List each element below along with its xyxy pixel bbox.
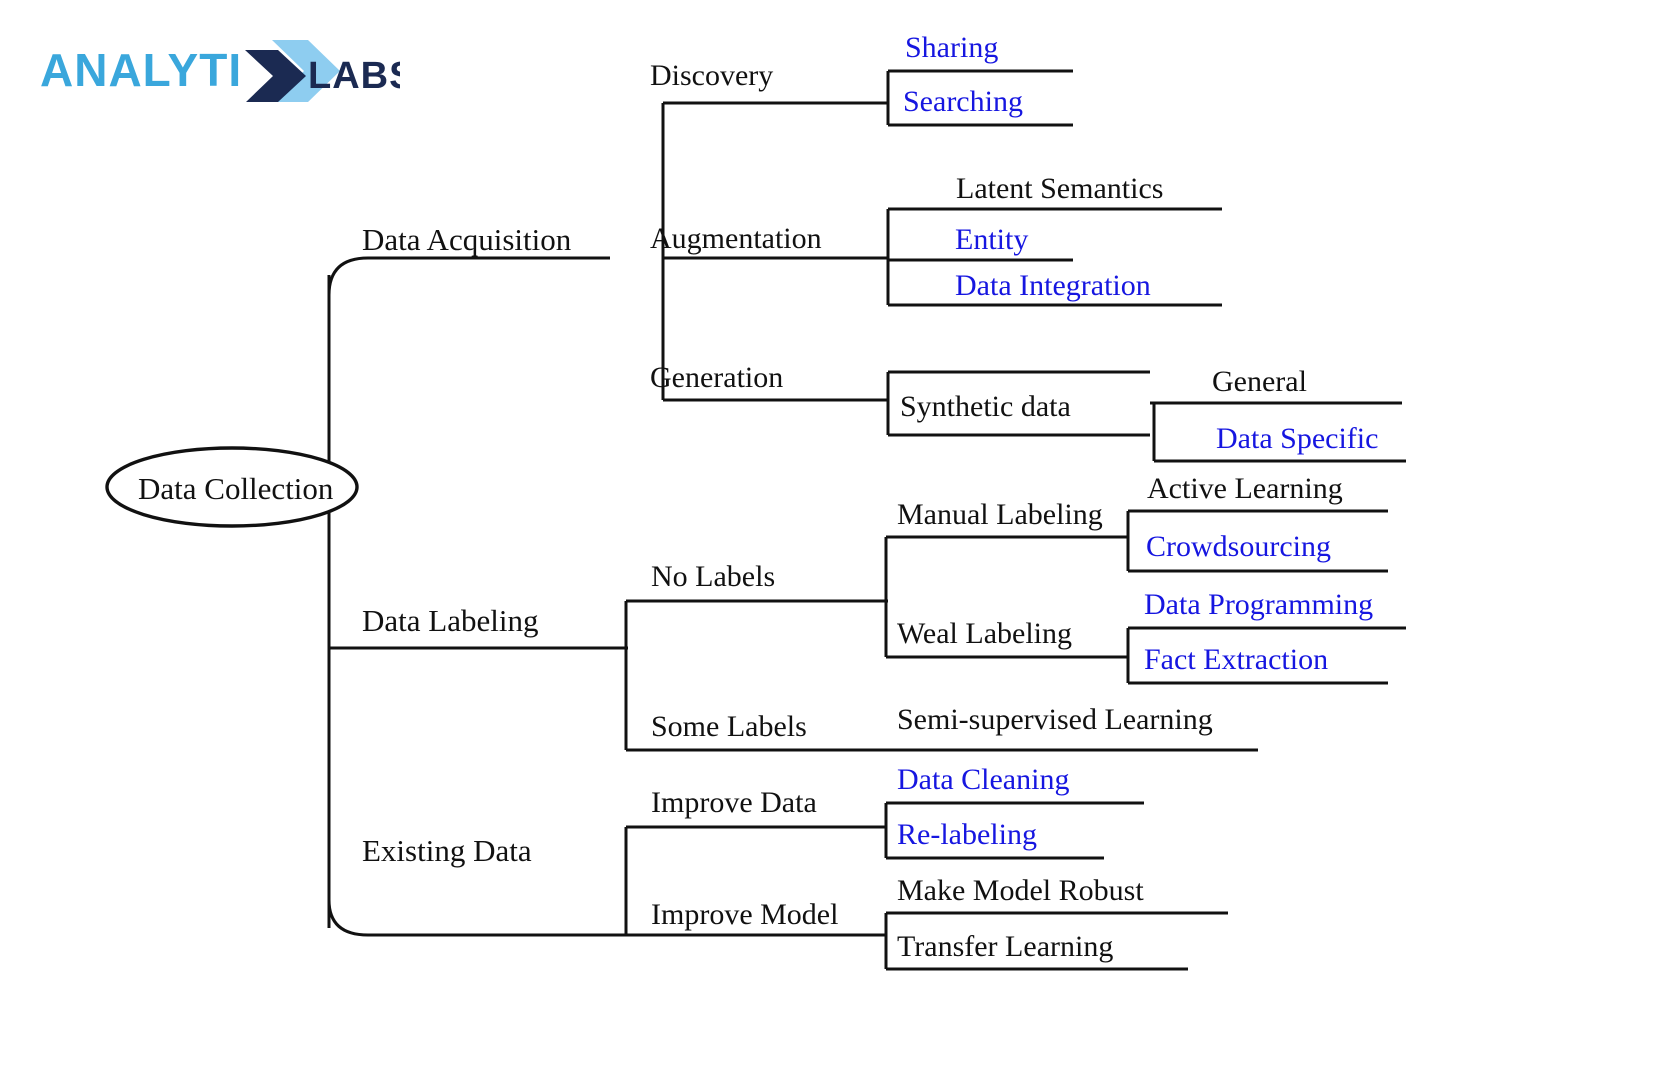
node-latent-semantics[interactable]: Latent Semantics — [956, 174, 1163, 204]
node-synthetic-data[interactable]: Synthetic data — [900, 392, 1071, 422]
node-data-specific[interactable]: Data Specific — [1216, 424, 1378, 454]
node-existing-data[interactable]: Existing Data — [362, 835, 532, 866]
node-improve-model[interactable]: Improve Model — [651, 900, 838, 930]
logo-text-analyti: ANALYTI — [40, 44, 242, 96]
node-entity[interactable]: Entity — [955, 225, 1028, 255]
node-active-learning[interactable]: Active Learning — [1147, 474, 1343, 504]
analytix-labs-logo: ANALYTI LABS — [40, 36, 414, 106]
node-data-programming[interactable]: Data Programming — [1144, 590, 1373, 620]
node-manual-labeling[interactable]: Manual Labeling — [897, 500, 1103, 530]
node-sharing[interactable]: Sharing — [905, 33, 998, 63]
node-make-model-robust[interactable]: Make Model Robust — [897, 876, 1144, 906]
mindmap-canvas: ANALYTI LABS — [0, 0, 1667, 1068]
trunk-corner-top — [327, 256, 610, 296]
node-semi-supervised-learning[interactable]: Semi-supervised Learning — [897, 705, 1213, 735]
logo-text-labs: LABS — [308, 55, 400, 97]
node-transfer-learning[interactable]: Transfer Learning — [897, 932, 1113, 962]
node-data-integration[interactable]: Data Integration — [955, 271, 1151, 301]
node-re-labeling[interactable]: Re-labeling — [897, 820, 1037, 850]
node-searching[interactable]: Searching — [903, 87, 1023, 117]
node-data-cleaning[interactable]: Data Cleaning — [897, 765, 1069, 795]
node-data-acquisition[interactable]: Data Acquisition — [362, 224, 571, 255]
node-some-labels[interactable]: Some Labels — [651, 712, 807, 742]
node-improve-data[interactable]: Improve Data — [651, 788, 817, 818]
node-general[interactable]: General — [1212, 367, 1307, 397]
trunk-corner-bottom — [327, 899, 628, 937]
node-no-labels[interactable]: No Labels — [651, 562, 775, 592]
node-discovery[interactable]: Discovery — [650, 61, 773, 91]
node-weal-labeling[interactable]: Weal Labeling — [897, 619, 1072, 649]
node-data-labeling[interactable]: Data Labeling — [362, 605, 538, 636]
node-generation[interactable]: Generation — [650, 363, 783, 393]
node-fact-extraction[interactable]: Fact Extraction — [1144, 645, 1328, 675]
node-crowdsourcing[interactable]: Crowdsourcing — [1146, 532, 1331, 562]
node-augmentation[interactable]: Augmentation — [650, 224, 822, 254]
logo-svg: ANALYTI LABS — [40, 40, 414, 102]
root-node-label[interactable]: Data Collection — [138, 471, 333, 507]
